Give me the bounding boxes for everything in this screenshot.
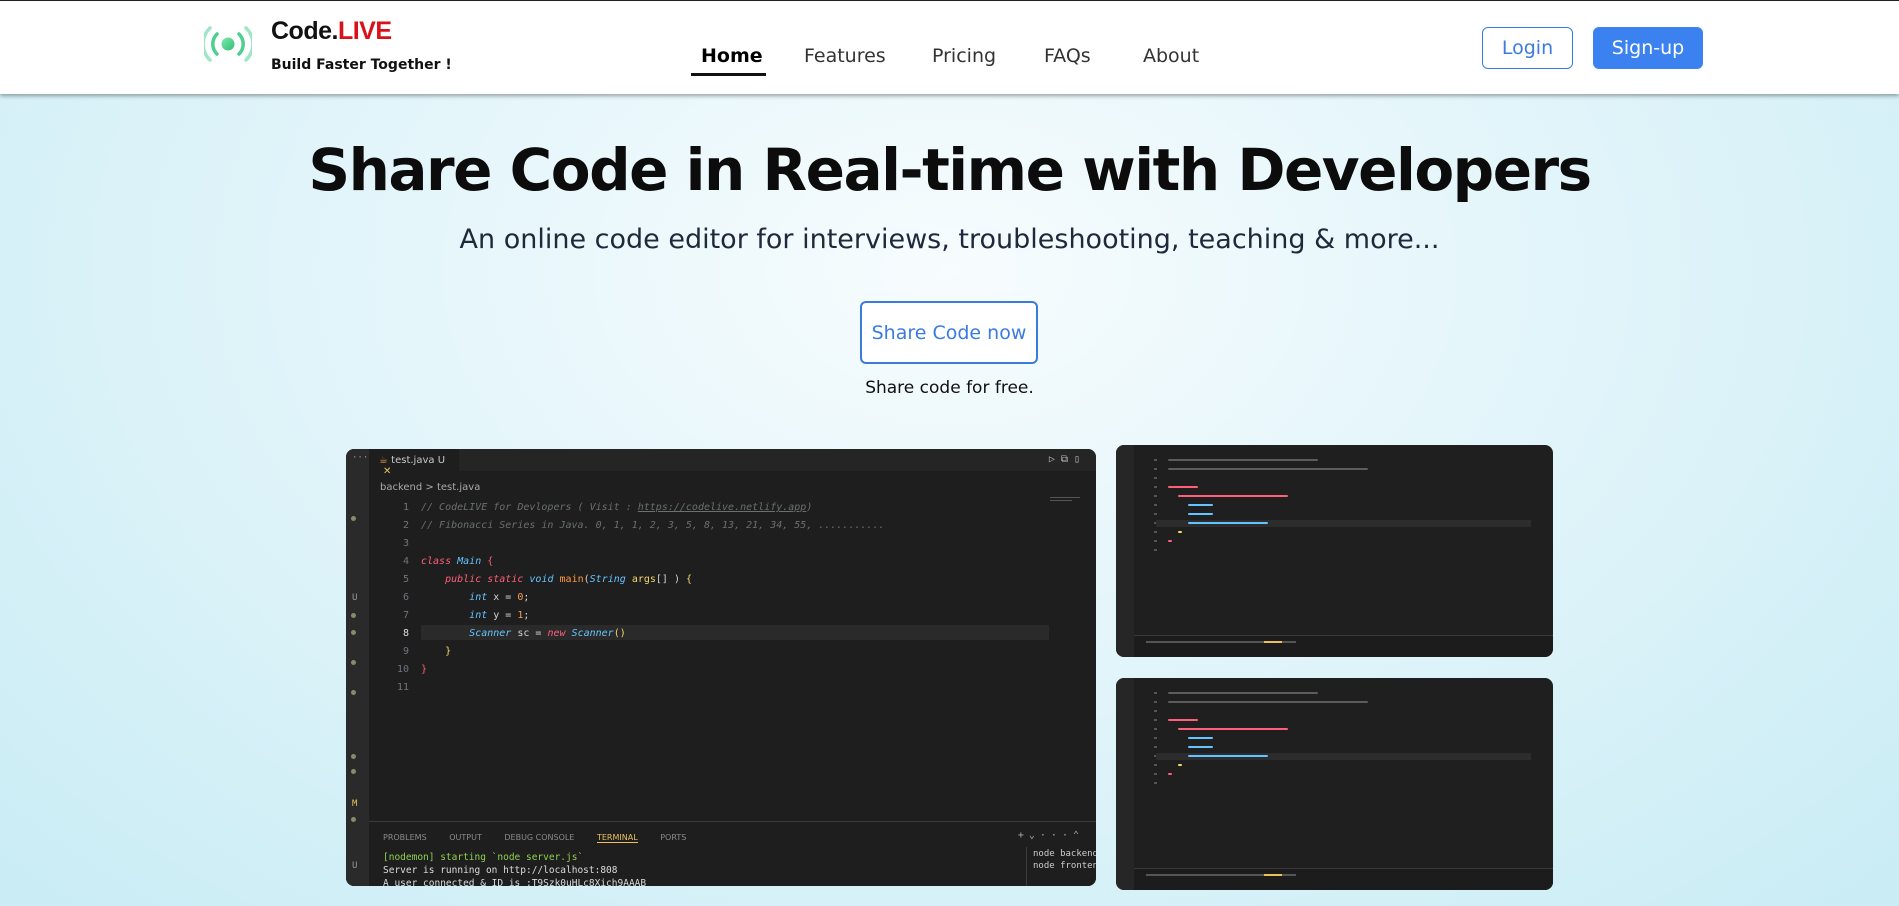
terminal-panel: PROBLEMS OUTPUT DEBUG CONSOLE TERMINAL P… xyxy=(369,821,1096,886)
more-icon: ··· xyxy=(352,453,369,463)
terminal-line: A user connected & ID is :T9Szk0uHLc8Xic… xyxy=(383,878,647,886)
panel-tab-debug-console[interactable]: DEBUG CONSOLE xyxy=(504,833,574,842)
signup-button[interactable]: Sign-up xyxy=(1593,27,1703,69)
panel-actions[interactable]: +⌄···⌃ xyxy=(1018,830,1084,841)
status-letter-u-2: U xyxy=(352,861,358,871)
breadcrumb: backend > test.java xyxy=(380,482,481,493)
broadcast-icon[interactable] xyxy=(204,25,252,63)
login-button[interactable]: Login xyxy=(1482,27,1573,69)
top-navbar: Code.LIVE Build Faster Together ! Home F… xyxy=(0,0,1899,94)
nav-features[interactable]: Features xyxy=(804,45,886,67)
code-line: 2// Fibonacci Series in Java. 0, 1, 1, 2… xyxy=(402,520,885,531)
status-letter-u: U xyxy=(352,593,358,603)
editor-actions[interactable]: ▷⧉▯ xyxy=(1049,454,1086,465)
tab-label: test.java xyxy=(391,455,435,466)
panel-tab-terminal[interactable]: TERMINAL xyxy=(596,833,638,843)
tab-test-java[interactable]: ☕ test.java U ✕ xyxy=(369,449,459,477)
terminal-session[interactable]: node backend xyxy=(1033,849,1096,859)
status-letter-m: M xyxy=(352,799,358,809)
code-line: 10} xyxy=(396,664,428,675)
code-line: 1// CodeLIVE for Devlopers ( Visit : htt… xyxy=(402,502,813,513)
nav-active-indicator xyxy=(691,73,766,76)
editor-preview: ··· U M U ☕ test.java U ✕ ▷⧉▯ backend > … xyxy=(346,449,1096,886)
code-line: 9 } xyxy=(402,646,452,657)
editor-thumbnail-1 xyxy=(1116,445,1553,657)
panel-tab-output[interactable]: OUTPUT xyxy=(449,833,482,842)
terminal-session[interactable]: node frontend xyxy=(1033,861,1096,871)
terminal-line: Server is running on http://localhost:80… xyxy=(383,865,618,876)
tab-status: U xyxy=(437,455,446,466)
code-line: 4 class Main { xyxy=(402,556,494,567)
terminal-line: [nodemon] starting `node server.js` xyxy=(383,852,584,863)
nav-faqs[interactable]: FAQs xyxy=(1044,45,1091,67)
close-tab-icon[interactable]: ✕ xyxy=(383,466,391,477)
java-file-icon: ☕ xyxy=(379,455,388,466)
editor-thumbnail-2 xyxy=(1116,678,1553,890)
share-code-button[interactable]: Share Code now xyxy=(860,301,1038,364)
brand-tagline: Build Faster Together ! xyxy=(271,57,452,73)
code-line: 6 int x = 0; xyxy=(402,592,530,603)
code-line: 3 xyxy=(402,538,409,549)
activity-bar: ··· U M U xyxy=(346,449,369,886)
editor-tabbar: ☕ test.java U ✕ ▷⧉▯ xyxy=(369,449,1096,477)
panel-tab-problems[interactable]: PROBLEMS xyxy=(383,833,427,842)
code-line-active: 8 Scanner sc = new Scanner() xyxy=(369,625,1069,646)
panel-tab-ports[interactable]: PORTS xyxy=(660,833,686,842)
brand-name-main: Code. xyxy=(271,17,338,45)
code-line: 11 xyxy=(396,682,409,693)
nav-home[interactable]: Home xyxy=(701,45,763,67)
panel-tabs: PROBLEMS OUTPUT DEBUG CONSOLE TERMINAL P… xyxy=(383,833,706,843)
hero-subtitle: An online code editor for interviews, tr… xyxy=(459,224,1440,255)
share-note: Share code for free. xyxy=(865,378,1034,398)
code-line: 5 public static void main(String args[] … xyxy=(402,574,693,585)
nav-pricing[interactable]: Pricing xyxy=(932,45,996,67)
hero-title: Share Code in Real-time with Developers xyxy=(308,136,1592,204)
terminal-session-list: node backend node frontend xyxy=(1026,847,1096,886)
nav-about[interactable]: About xyxy=(1143,45,1199,67)
brand-name-accent: LIVE xyxy=(337,17,392,45)
brand-name[interactable]: Code.LIVE xyxy=(271,17,392,46)
